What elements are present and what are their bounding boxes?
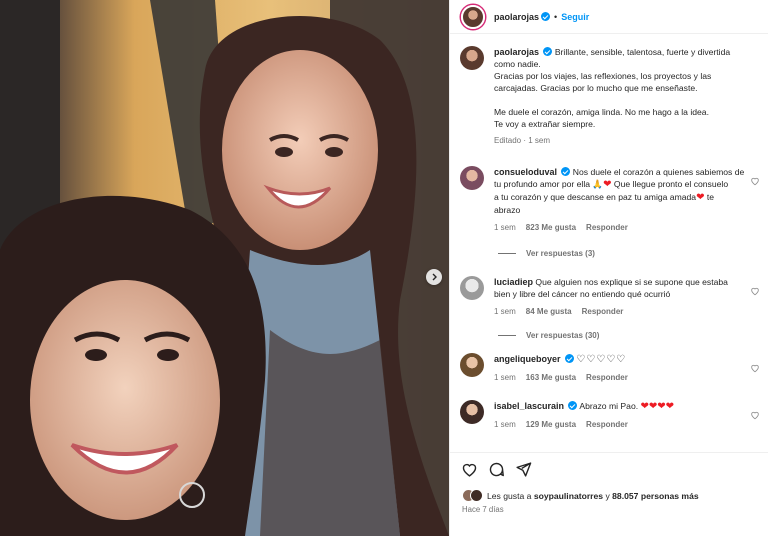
- caption-avatar[interactable]: [460, 46, 484, 70]
- red-hearts-emoji-icon: ❤❤❤❤: [640, 401, 675, 412]
- caption-line: Me duele el corazón, amiga linda. No me …: [494, 107, 709, 117]
- heart-icon[interactable]: [461, 461, 478, 478]
- commenter-username[interactable]: luciadiep: [494, 277, 533, 287]
- verified-badge-icon: [543, 47, 553, 56]
- heart-icon[interactable]: [750, 176, 760, 186]
- comment-item: isabel_lascurain Abrazo mi Pao. ❤❤❤❤ 1 s…: [460, 400, 760, 431]
- caption: paolarojas Brillante, sensible, talentos…: [460, 46, 760, 147]
- replies-divider: [498, 335, 516, 336]
- heart-icon[interactable]: [750, 363, 760, 373]
- comment-time: 1 sem: [494, 223, 516, 232]
- caption-line: Brillante, sensible, talentosa, fuerte y…: [554, 47, 731, 57]
- comment-time: 1 sem: [494, 307, 516, 316]
- likes-prefix: Les gusta a: [487, 490, 532, 501]
- comment-text: a tu corazón y que descanse en paz tu am…: [494, 192, 697, 202]
- reply-button[interactable]: Responder: [586, 419, 628, 431]
- view-replies-button[interactable]: Ver respuestas (30): [498, 331, 599, 340]
- comment-text: Que alguien nos explique si se supone qu…: [535, 277, 728, 287]
- view-replies-button[interactable]: Ver respuestas (3): [498, 249, 595, 258]
- comment-likes[interactable]: 129 Me gusta: [526, 419, 576, 431]
- heart-icon[interactable]: [750, 286, 760, 296]
- paper-plane-icon[interactable]: [515, 461, 532, 478]
- comment-item: angeliqueboyer ♡♡♡♡♡ 1 sem 163 Me gusta …: [460, 353, 760, 384]
- verified-badge-icon: [541, 12, 551, 21]
- post-timestamp: Hace 7 días: [462, 505, 504, 514]
- next-photo-button[interactable]: [426, 269, 442, 285]
- verified-badge-icon: [564, 354, 574, 363]
- commenter-username[interactable]: isabel_lascurain: [494, 401, 564, 411]
- comment-likes[interactable]: 163 Me gusta: [526, 372, 576, 384]
- comment-text: bien y libre del cáncer no entiendo qué …: [494, 289, 671, 299]
- likes-count[interactable]: 88.057 personas más: [612, 491, 698, 501]
- comment-text: abrazo: [494, 205, 521, 215]
- comment-likes[interactable]: 84 Me gusta: [526, 306, 572, 318]
- reply-button[interactable]: Responder: [586, 222, 628, 234]
- separator-dot: •: [554, 11, 558, 22]
- verified-badge-icon: [568, 401, 578, 410]
- comment-time: 1 sem: [494, 420, 516, 429]
- comment-likes[interactable]: 823 Me gusta: [526, 222, 576, 234]
- post-side-panel: paolarojas • Seguir paolarojas Brillante…: [449, 0, 768, 536]
- selfie-image: [0, 0, 449, 536]
- comment-text: Abrazo mi Pao.: [579, 401, 639, 411]
- post-header: paolarojas • Seguir: [450, 0, 768, 34]
- caption-line: Te voy a extrañar siempre.: [494, 119, 596, 129]
- view-replies-label: Ver respuestas (3): [526, 249, 595, 258]
- view-replies-label: Ver respuestas (30): [526, 331, 600, 340]
- verified-badge-icon: [561, 167, 571, 176]
- caption-username[interactable]: paolarojas: [494, 47, 539, 57]
- caption-line: carcajadas. Gracias por lo mucho que me …: [494, 83, 698, 93]
- white-hearts-emoji-icon: ♡♡♡♡♡: [576, 354, 627, 365]
- chevron-right-icon: [432, 273, 437, 281]
- likes-summary: Les gusta a soypaulinatorres y 88.057 pe…: [462, 489, 699, 502]
- comment-text: Que llegue pronto el consuelo: [613, 179, 729, 189]
- caption-line: [494, 94, 760, 106]
- heart-icon[interactable]: [750, 410, 760, 420]
- comment-item: luciadiep Que alguien nos explique si se…: [460, 276, 760, 318]
- caption-meta: Editado · 1 sem: [494, 136, 551, 145]
- commenter-username[interactable]: angeliqueboyer: [494, 354, 561, 364]
- comment-time: 1 sem: [494, 373, 516, 382]
- post-actions: Les gusta a soypaulinatorres y 88.057 pe…: [450, 452, 768, 536]
- red-heart-emoji-icon: ❤: [696, 192, 705, 203]
- reply-button[interactable]: Responder: [586, 372, 628, 384]
- comment-text: Nos duele el corazón a quienes sabiemos …: [572, 167, 745, 177]
- likes-connector: y: [605, 490, 610, 501]
- comment-text: tu profundo amor por ella: [494, 179, 591, 189]
- author-avatar[interactable]: [461, 4, 485, 29]
- author-username[interactable]: paolarojas: [494, 12, 539, 22]
- comment-item: consueloduval Nos duele el corazón a qui…: [460, 166, 760, 234]
- commenter-username[interactable]: consueloduval: [494, 167, 557, 177]
- instagram-post: paolarojas • Seguir paolarojas Brillante…: [0, 0, 768, 536]
- red-heart-emoji-icon: ❤: [603, 179, 612, 190]
- liker-avatar[interactable]: [470, 489, 483, 502]
- caption-line: Gracias por los viajes, las reflexiones,…: [494, 71, 712, 81]
- commenter-avatar[interactable]: [460, 353, 484, 377]
- follow-button[interactable]: Seguir: [561, 12, 589, 22]
- comment-icon[interactable]: [488, 461, 505, 478]
- post-photo[interactable]: [0, 0, 449, 536]
- comments-list[interactable]: paolarojas Brillante, sensible, talentos…: [450, 40, 768, 452]
- commenter-avatar[interactable]: [460, 400, 484, 424]
- commenter-avatar[interactable]: [460, 276, 484, 300]
- comment-text: te: [706, 192, 715, 202]
- replies-divider: [498, 253, 516, 254]
- reply-button[interactable]: Responder: [582, 306, 624, 318]
- commenter-avatar[interactable]: [460, 166, 484, 190]
- praying-emoji-icon: 🙏: [592, 179, 604, 189]
- liker-username[interactable]: soypaulinatorres: [534, 491, 603, 501]
- caption-line: como nadie.: [494, 59, 541, 69]
